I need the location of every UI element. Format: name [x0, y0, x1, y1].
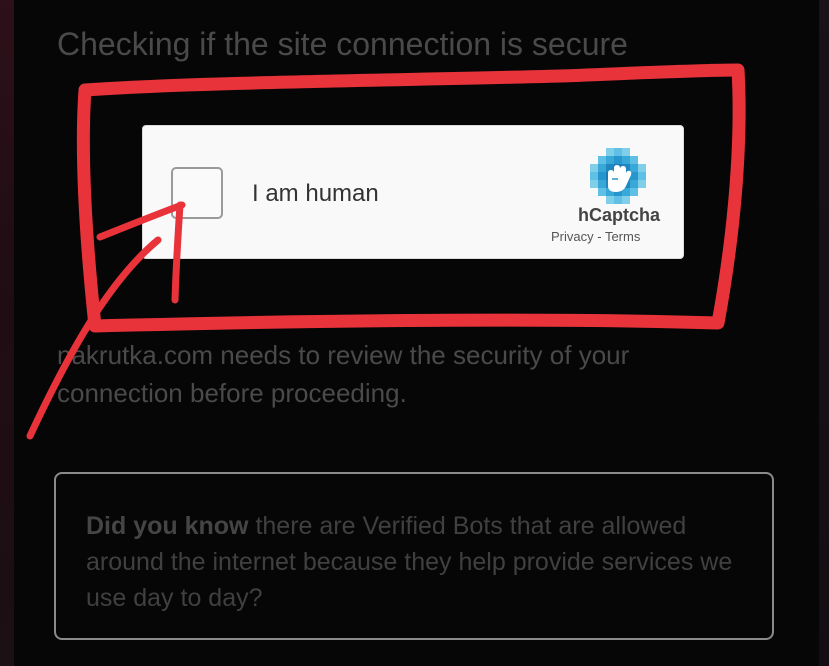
hcaptcha-widget: I am human hCaptcha Privacy - Terms — [142, 125, 684, 259]
page-title: Checking if the site connection is secur… — [57, 26, 628, 62]
human-checkbox-label[interactable]: I am human — [252, 180, 379, 208]
captcha-links: Privacy - Terms — [551, 229, 640, 244]
did-you-know-lead: Did you know — [86, 512, 249, 540]
challenge-page: Checking if the site connection is secur… — [0, 0, 829, 666]
did-you-know-box: Did you know there are Verified Bots tha… — [54, 472, 774, 640]
terms-link[interactable]: Terms — [605, 229, 640, 244]
privacy-link[interactable]: Privacy — [551, 229, 594, 244]
hcaptcha-brand: hCaptcha — [578, 205, 661, 225]
security-notice: nakrutka.com needs to review the securit… — [57, 340, 630, 408]
did-you-know-text: Did you know there are Verified Bots tha… — [86, 508, 736, 616]
link-separator: - — [593, 229, 605, 244]
left-edge-glow — [0, 0, 14, 666]
hcaptcha-hand-icon — [590, 148, 646, 204]
right-edge-glow — [819, 0, 829, 666]
human-checkbox[interactable] — [171, 167, 223, 219]
